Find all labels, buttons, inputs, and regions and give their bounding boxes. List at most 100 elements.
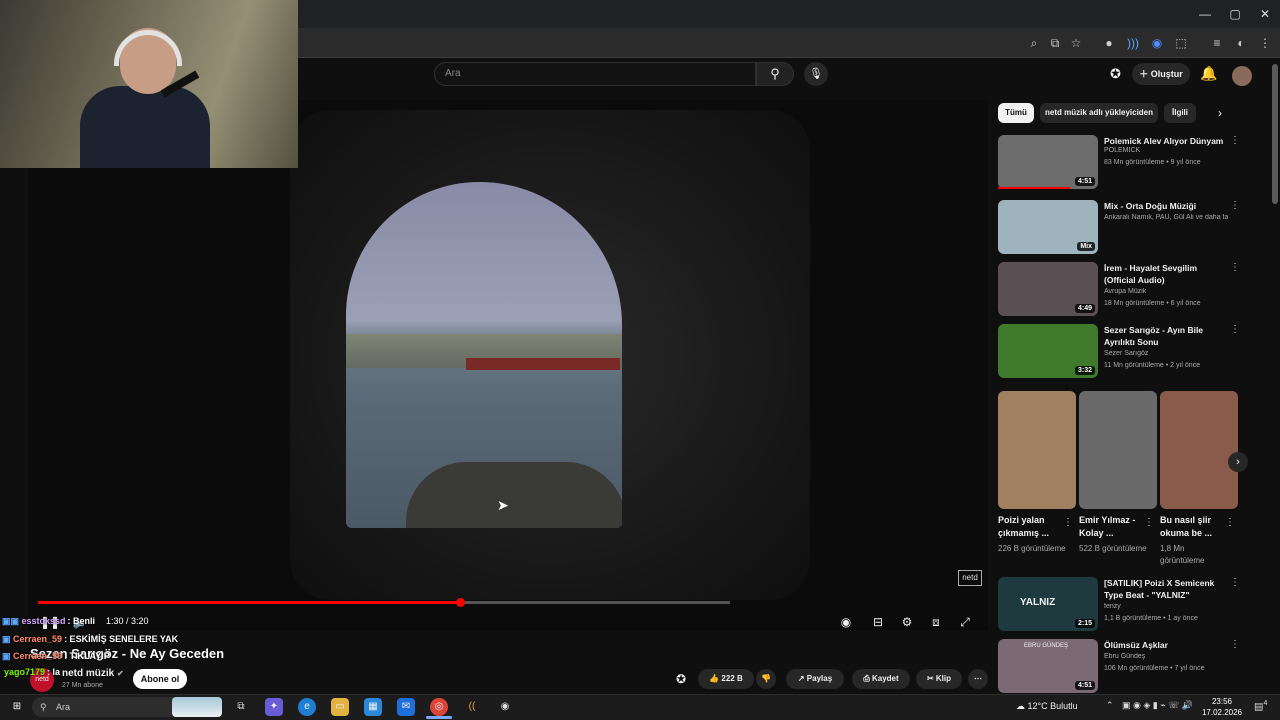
miniplayer-button[interactable]: ⧈ <box>928 614 944 630</box>
start-button[interactable]: ⊞ <box>8 698 26 716</box>
recommendation-channel[interactable]: fenzy <box>1104 603 1228 610</box>
clip-button[interactable]: ✂ Klip <box>916 669 962 689</box>
chip-all[interactable]: Tümü <box>998 103 1034 123</box>
recommendation-item[interactable]: 4:51 Polemick Alev Alıyor Dünyam POLEMIC… <box>998 135 1248 193</box>
fullscreen-button[interactable]: ⤢ <box>957 614 973 630</box>
copilot-icon[interactable]: ✦ <box>265 698 283 716</box>
subtitles-button[interactable]: ⊟ <box>870 614 886 630</box>
maximize-button[interactable]: ▢ <box>1220 4 1250 24</box>
subscribe-button[interactable]: Abone ol <box>133 669 187 689</box>
recommendation-channel[interactable]: POLEMICK <box>1104 147 1228 154</box>
recommendation-item[interactable]: YALNIZ 2:15 [SATILIK] Poizi X Semicenk Ty… <box>998 577 1248 635</box>
premium-icon[interactable]: ✪ <box>1110 66 1121 82</box>
create-button[interactable]: ＋ Oluştur <box>1132 63 1190 85</box>
short-title[interactable]: Emir Yılmaz - Kolay ... <box>1079 514 1149 540</box>
more-options-icon[interactable]: ⋮ <box>1230 639 1240 650</box>
more-options-icon[interactable]: ⋮ <box>1230 324 1240 335</box>
notification-center-icon[interactable]: ▤4 <box>1254 700 1267 712</box>
recommendation-item[interactable]: 4:49 İrem - Hayalet Sevgilim (Official A… <box>998 262 1248 320</box>
close-window-button[interactable]: ✕ <box>1250 4 1280 24</box>
more-options-icon[interactable]: ⋮ <box>1225 517 1235 528</box>
shorts-next-button[interactable]: › <box>1228 452 1248 472</box>
file-explorer-icon[interactable]: ▭ <box>331 698 349 716</box>
edge-icon[interactable]: e <box>298 698 316 716</box>
account-avatar[interactable] <box>1232 66 1252 86</box>
outlook-icon[interactable]: ✉ <box>397 698 415 716</box>
duration-badge: 3:32 <box>1074 366 1095 375</box>
chevron-right-icon[interactable]: › <box>1218 106 1222 120</box>
chip-related[interactable]: İlgili <box>1164 103 1196 123</box>
video-thumbnail[interactable]: Mix <box>998 200 1098 254</box>
minimize-button[interactable]: — <box>1190 4 1220 24</box>
extension-icon[interactable]: ● <box>1100 34 1118 52</box>
video-thumbnail[interactable]: YALNIZ 2:15 <box>998 577 1098 631</box>
voice-search-button[interactable]: 🎙 <box>804 62 828 86</box>
more-options-icon[interactable]: ⋮ <box>1230 200 1240 211</box>
more-options-icon[interactable]: ⋮ <box>1230 262 1240 273</box>
browser-menu-icon[interactable]: ⋮ <box>1256 34 1274 52</box>
like-count: 222 B <box>721 674 743 683</box>
recommendation-channel[interactable]: Ankaralı Namık, PAU, Gül Ali ve daha faz… <box>1104 214 1228 221</box>
short-thumbnail[interactable] <box>1079 391 1157 509</box>
more-options-icon[interactable]: ⋮ <box>1144 517 1154 528</box>
video-thumbnail[interactable]: 4:49 <box>998 262 1098 316</box>
more-options-icon[interactable]: ⋮ <box>1230 577 1240 588</box>
short-title[interactable]: Bu nasıl şiir okuma be ... <box>1160 514 1230 540</box>
taskbar-clock[interactable]: 23:56 17.02.2026 <box>1200 696 1244 718</box>
recommendation-channel[interactable]: Ebru Gündeş <box>1104 653 1228 660</box>
recommendation-title[interactable]: [SATILIK] Poizi X Semicenk Type Beat - "… <box>1104 577 1228 601</box>
media-control-icon[interactable]: ≡ <box>1208 34 1226 52</box>
premium-action-icon[interactable]: ✪ <box>676 672 686 686</box>
recommendation-title[interactable]: Ölümsüz Aşklar <box>1104 639 1228 651</box>
chip-uploader[interactable]: netd müzik adlı yükleyiciden <box>1040 103 1158 123</box>
extensions-puzzle-icon[interactable]: ⬚ <box>1172 34 1190 52</box>
share-icon: ↗ <box>797 674 807 683</box>
cast-icon[interactable]: ⧉ <box>1046 34 1064 52</box>
short-thumbnail[interactable] <box>1160 391 1238 509</box>
recommendation-title[interactable]: İrem - Hayalet Sevgilim (Official Audio) <box>1104 262 1228 286</box>
search-button[interactable]: ⚲ <box>756 62 794 86</box>
short-thumbnail[interactable] <box>998 391 1076 509</box>
recommendation-channel[interactable]: Avrupa Müzik <box>1104 288 1228 295</box>
channel-name[interactable]: netd müzik ✔ <box>62 668 124 679</box>
profile-icon[interactable]: ◐ <box>1232 34 1250 52</box>
video-thumbnail[interactable]: EBRU GÜNDEŞ 4:51 <box>998 639 1098 693</box>
short-title[interactable]: Poizi yalan çıkmamış ... <box>998 514 1068 540</box>
tray-chevron-icon[interactable]: ⌃ <box>1106 700 1114 711</box>
like-button[interactable]: 👍 222 B <box>698 669 754 689</box>
more-actions-button[interactable]: ⋯ <box>968 669 988 689</box>
notifications-bell-icon[interactable]: 🔔 <box>1200 65 1217 82</box>
audio-extension-icon[interactable]: ))) <box>1124 34 1142 52</box>
video-thumbnail[interactable]: 3:32 <box>998 324 1098 378</box>
recommendation-channel[interactable]: Sezer Sarıgöz <box>1104 350 1228 357</box>
recommendation-item[interactable]: EBRU GÜNDEŞ 4:51 Ölümsüz Aşklar Ebru Günd… <box>998 639 1248 693</box>
weather-widget[interactable]: ☁ 12°C Bulutlu <box>1016 701 1078 712</box>
page-scrollbar[interactable] <box>1272 64 1278 204</box>
more-options-icon[interactable]: ⋮ <box>1063 517 1073 528</box>
more-options-icon[interactable]: ⋮ <box>1230 135 1240 146</box>
recommendation-title[interactable]: Sezer Sarıgöz - Ayın Bile Ayrılıktı Sonu <box>1104 324 1228 348</box>
settings-button[interactable]: ⚙ <box>899 614 915 630</box>
share-button[interactable]: ↗ Paylaş <box>786 669 844 689</box>
recommendation-item[interactable]: 3:32 Sezer Sarıgöz - Ayın Bile Ayrılıktı… <box>998 324 1248 382</box>
audio-app-icon[interactable]: (( <box>463 698 481 716</box>
extension-blue-icon[interactable]: ◉ <box>1148 34 1166 52</box>
task-view-icon[interactable]: ⧉ <box>232 698 250 716</box>
obs-icon[interactable]: ◉ <box>496 698 514 716</box>
store-icon[interactable]: ▦ <box>364 698 382 716</box>
recommendation-item[interactable]: Mix Mix - Orta Doğu Müziği Ankaralı Namı… <box>998 200 1248 258</box>
search-input[interactable]: Ara <box>434 62 756 86</box>
save-button[interactable]: ⎙ Kaydet <box>852 669 910 689</box>
channel-name-text: netd müzik <box>62 668 115 679</box>
bookmark-star-icon[interactable]: ☆ <box>1067 34 1085 52</box>
dislike-button[interactable]: 👎 <box>756 669 776 689</box>
recommendation-title[interactable]: Mix - Orta Doğu Müziği <box>1104 200 1228 212</box>
autoplay-toggle[interactable]: ◉ <box>838 614 854 630</box>
video-thumbnail[interactable]: 4:51 <box>998 135 1098 189</box>
video-frame-sea-view <box>346 182 622 528</box>
chat-user: Cerraen_59 <box>13 634 63 644</box>
recommendation-title[interactable]: Polemick Alev Alıyor Dünyam <box>1104 135 1228 147</box>
chrome-icon[interactable]: ◎ <box>430 698 448 716</box>
tray-icons[interactable]: ▣ ◉ ◈ ▮ ⌁ ☏ 🔊 <box>1122 700 1193 711</box>
zoom-icon[interactable]: ⌕ <box>1025 34 1043 52</box>
